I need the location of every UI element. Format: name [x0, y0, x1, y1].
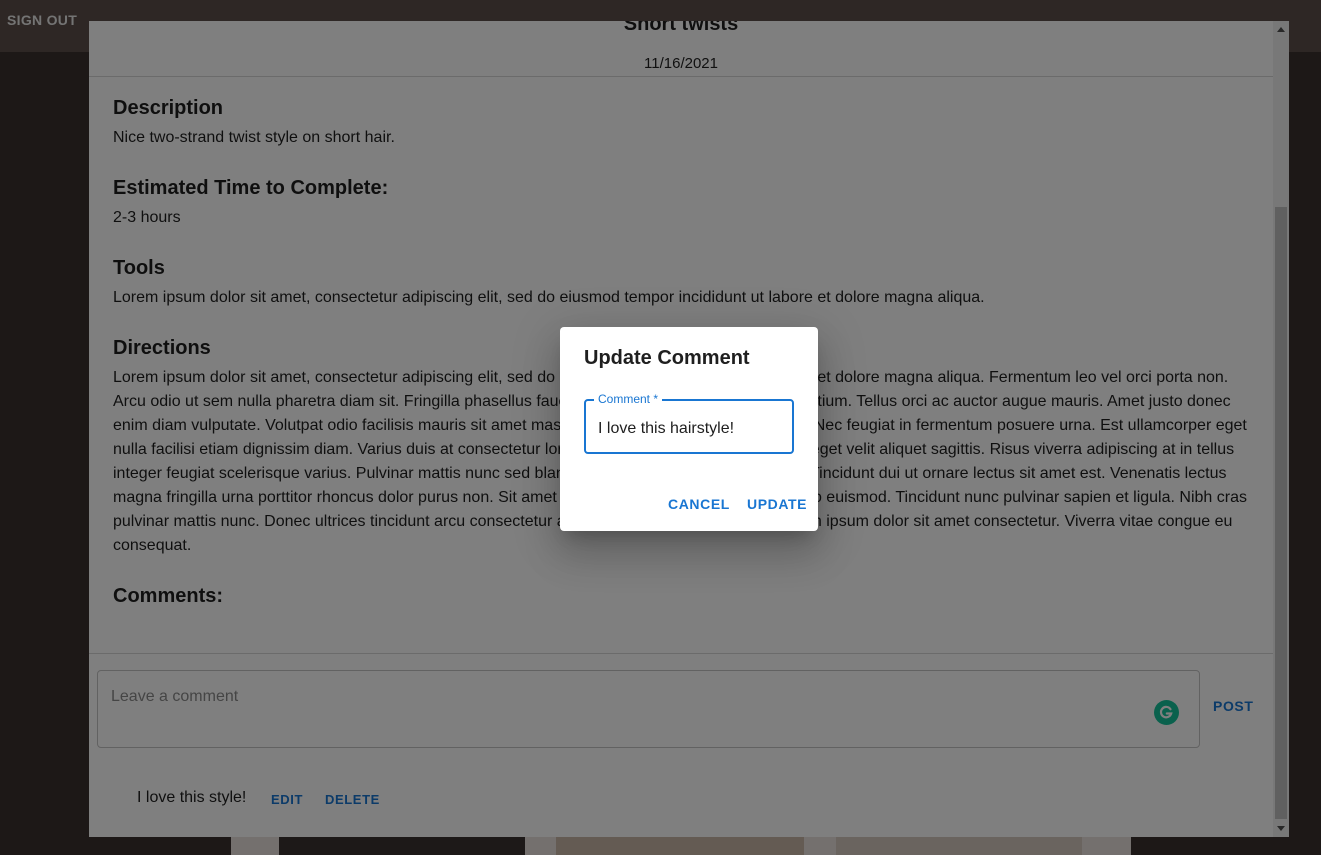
update-comment-dialog: Update Comment Comment * CANCEL UPDATE — [560, 327, 818, 531]
comment-edit-input[interactable] — [598, 418, 783, 440]
cancel-button[interactable]: CANCEL — [668, 496, 730, 512]
update-button[interactable]: UPDATE — [747, 496, 807, 512]
field-label: Comment * — [594, 392, 663, 406]
comment-edit-field[interactable]: Comment * — [584, 392, 794, 454]
dialog-title: Update Comment — [584, 347, 750, 369]
